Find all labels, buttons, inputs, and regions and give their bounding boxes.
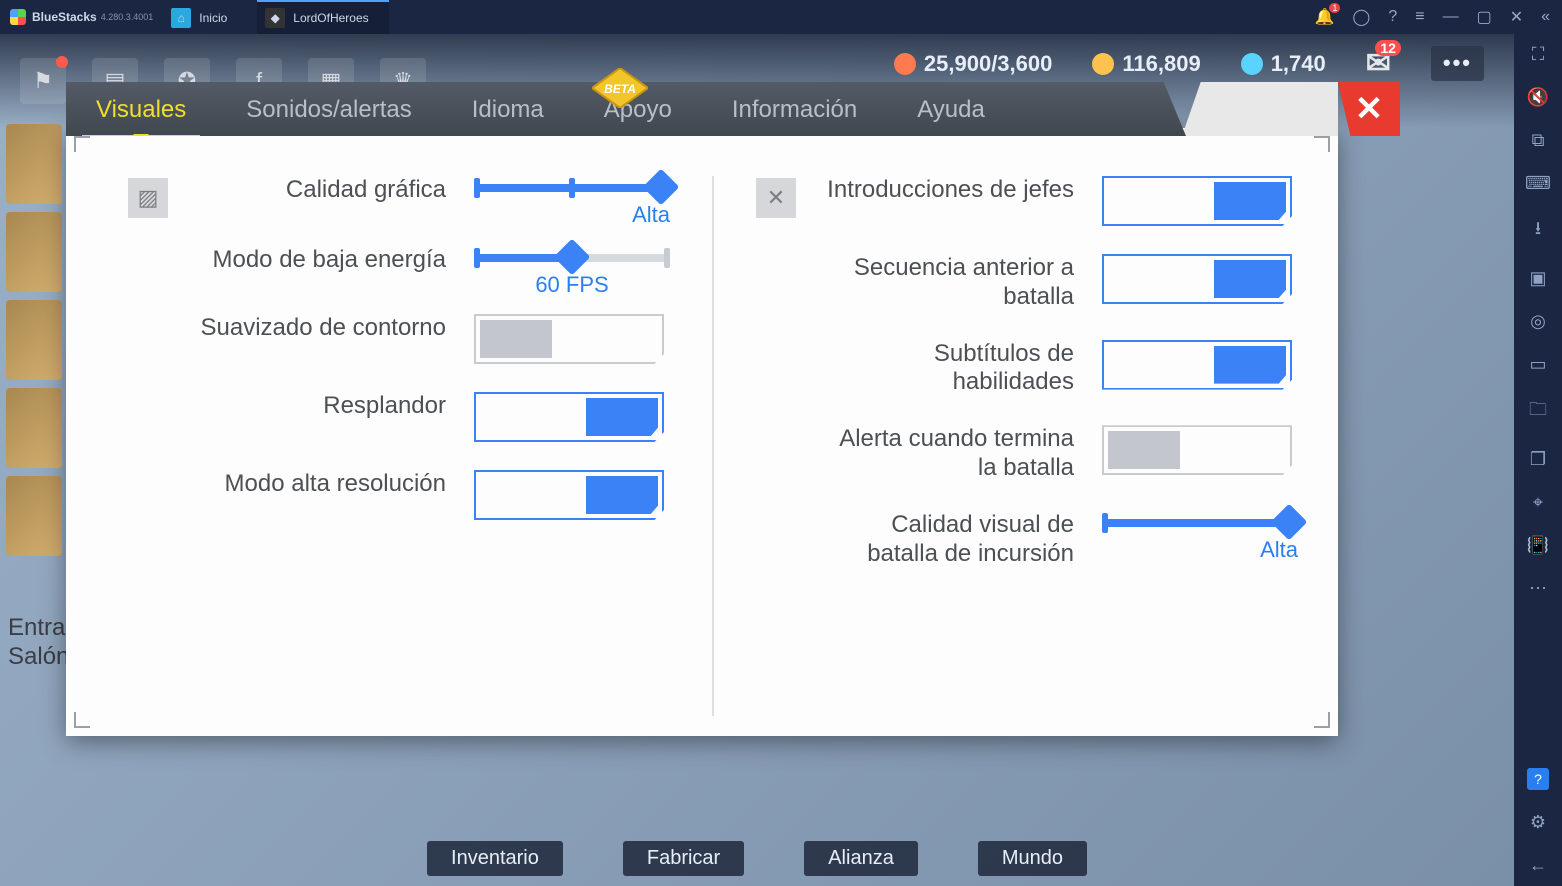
notice-icon[interactable]: ⚑ xyxy=(20,58,66,104)
home-icon: ⌂ xyxy=(171,8,191,28)
back-rail-icon[interactable]: ← xyxy=(1529,855,1547,876)
apk-icon[interactable]: ▣ xyxy=(1529,268,1546,289)
hall-entry-label: Entra Salón xyxy=(8,614,69,672)
graphics-quality-value: Alta xyxy=(632,202,670,228)
app-version: 4.280.3.4001 xyxy=(101,12,154,22)
skill-subs-toggle[interactable] xyxy=(1102,340,1292,390)
screenshot-icon[interactable]: ◎ xyxy=(1530,311,1546,332)
beta-badge-icon: BETA xyxy=(592,68,648,108)
low-power-value: 60 FPS xyxy=(535,272,608,298)
bell-icon[interactable]: 🔔1 xyxy=(1314,7,1334,27)
hamburger-icon[interactable]: ≡ xyxy=(1415,8,1424,26)
account-icon[interactable]: ◯ xyxy=(1352,7,1370,27)
game-viewport: ⚑ ▤ ✪ f ▦ ♛ 25,900/3,600 116,809 1,740 ✉… xyxy=(0,34,1514,886)
boss-intros-label: Introducciones de jefes xyxy=(814,176,1084,205)
tab-visuals[interactable]: Visuales xyxy=(66,84,216,136)
tab-info[interactable]: Información xyxy=(702,84,887,136)
anti-aliasing-label: Suavizado de contorno xyxy=(186,314,456,343)
gems-stat[interactable]: 1,740 xyxy=(1241,46,1326,81)
close-window-icon[interactable]: ✕ xyxy=(1510,7,1523,27)
battle-end-alert-label: Alerta cuando termina la batalla xyxy=(814,425,1084,483)
bloom-toggle[interactable] xyxy=(474,392,664,442)
high-res-label: Modo alta resolución xyxy=(186,470,456,499)
row-anti-aliasing: Suavizado de contorno xyxy=(128,314,670,364)
maximize-icon[interactable]: ▢ xyxy=(1477,7,1492,27)
prebattle-toggle[interactable] xyxy=(1102,254,1292,304)
left-events-strip xyxy=(6,124,62,556)
help-icon[interactable]: ? xyxy=(1388,8,1397,26)
graphics-quality-slider[interactable]: Alta xyxy=(474,176,670,216)
tab-label: LordOfHeroes xyxy=(293,11,368,25)
app-name: BlueStacks xyxy=(32,10,97,24)
bluestacks-logo-icon xyxy=(10,9,26,25)
bloom-label: Resplandor xyxy=(186,392,456,421)
bluestacks-side-toolbar: ⛶ 🔇 ⧉ ⌨ ⭳ ▣ ◎ ▭ 🗀 ❐ ⌖ 📳 ⋯ ? ⚙ ← xyxy=(1514,34,1562,886)
image-icon: ▨ xyxy=(128,178,168,218)
low-power-label: Modo de baja energía xyxy=(186,246,456,275)
help-rail-icon[interactable]: ? xyxy=(1527,768,1549,790)
volume-off-icon[interactable]: 🔇 xyxy=(1527,87,1549,108)
row-battle-end-alert: Alerta cuando termina la batalla xyxy=(756,425,1298,483)
keyboard-icon[interactable]: ⌨ xyxy=(1525,173,1551,194)
tab-sounds[interactable]: Sonidos/alertas xyxy=(216,84,441,136)
anti-aliasing-toggle[interactable] xyxy=(474,314,664,364)
high-res-toggle[interactable] xyxy=(474,470,664,520)
graphics-quality-label: Calidad gráfica xyxy=(186,176,456,205)
more-rail-icon[interactable]: ⋯ xyxy=(1529,578,1547,599)
copy-icon[interactable]: ❐ xyxy=(1530,449,1546,470)
prebattle-label: Secuencia anterior a batalla xyxy=(814,254,1084,312)
raid-quality-value: Alta xyxy=(1260,537,1298,563)
mail-badge: 12 xyxy=(1375,40,1401,56)
energy-stat[interactable]: 25,900/3,600 xyxy=(894,46,1052,81)
svg-text:BETA: BETA xyxy=(604,82,636,96)
row-graphics-quality: ▨ Calidad gráfica Alta xyxy=(128,176,670,218)
battle-end-alert-toggle[interactable] xyxy=(1102,425,1292,475)
skill-subs-label: Subtítulos de habilidades xyxy=(814,340,1084,398)
tab-label: Inicio xyxy=(199,11,227,25)
tab-lordofheroes[interactable]: ◆ LordOfHeroes xyxy=(257,0,388,34)
gold-stat[interactable]: 116,809 xyxy=(1092,46,1200,81)
row-skill-subs: Subtítulos de habilidades xyxy=(756,340,1298,398)
row-bloom: Resplandor xyxy=(128,392,670,442)
bell-badge: 1 xyxy=(1329,3,1340,13)
minimize-icon[interactable]: — xyxy=(1443,8,1459,26)
row-high-res: Modo alta resolución xyxy=(128,470,670,520)
crop-icon[interactable]: ⧉ xyxy=(1532,130,1545,151)
game-icon: ◆ xyxy=(265,8,285,28)
row-boss-intros: ✕ Introducciones de jefes xyxy=(756,176,1298,226)
raid-quality-label: Calidad visual de batalla de incursión xyxy=(814,511,1084,569)
install-apk-icon[interactable]: ⭳ xyxy=(1535,216,1541,246)
mail-icon[interactable]: ✉12 xyxy=(1366,46,1391,81)
folder-icon[interactable]: 🗀 xyxy=(1529,397,1547,427)
collapse-rail-icon[interactable]: « xyxy=(1541,8,1550,26)
low-power-slider[interactable]: 60 FPS xyxy=(474,246,670,286)
world-button[interactable]: Mundo xyxy=(978,841,1087,876)
settings-rail-icon[interactable]: ⚙ xyxy=(1530,812,1546,833)
inventory-button[interactable]: Inventario xyxy=(427,841,563,876)
more-icon[interactable]: ••• xyxy=(1431,46,1484,81)
hud-bottom: Inventario Fabricar Alianza Mundo xyxy=(0,841,1514,876)
craft-button[interactable]: Fabricar xyxy=(623,841,744,876)
fullscreen-icon[interactable]: ⛶ xyxy=(1532,44,1545,65)
raid-quality-slider[interactable]: Alta xyxy=(1102,511,1298,551)
tab-language[interactable]: Idioma xyxy=(442,84,574,136)
swords-icon: ✕ xyxy=(756,178,796,218)
record-icon[interactable]: ▭ xyxy=(1529,354,1546,375)
location-icon[interactable]: ⌖ xyxy=(1533,492,1543,513)
hud-stats: 25,900/3,600 116,809 1,740 ✉12 ••• xyxy=(894,46,1484,81)
shake-icon[interactable]: 📳 xyxy=(1527,535,1549,556)
window-titlebar: BlueStacks 4.280.3.4001 ⌂ Inicio ◆ LordO… xyxy=(0,0,1562,34)
alliance-button[interactable]: Alianza xyxy=(804,841,918,876)
tab-inicio[interactable]: ⌂ Inicio xyxy=(163,0,247,34)
row-raid-quality: Calidad visual de batalla de incursión A… xyxy=(756,511,1298,569)
tab-help[interactable]: Ayuda xyxy=(887,84,1015,136)
boss-intros-toggle[interactable] xyxy=(1102,176,1292,226)
row-low-power: Modo de baja energía 60 FPS xyxy=(128,246,670,286)
settings-modal: Visuales Sonidos/alertas Idioma Apoyo In… xyxy=(66,128,1338,736)
row-prebattle: Secuencia anterior a batalla xyxy=(756,254,1298,312)
